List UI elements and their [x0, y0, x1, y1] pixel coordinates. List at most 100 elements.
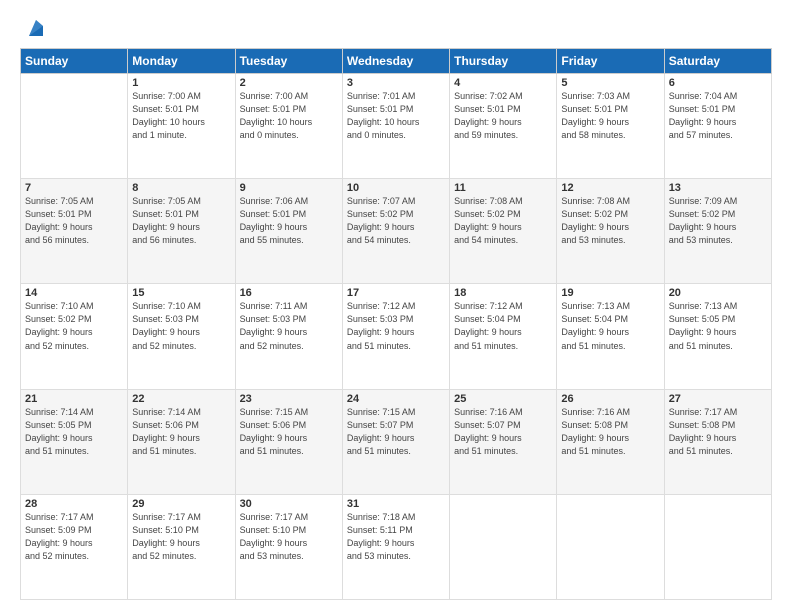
- weekday-header-saturday: Saturday: [664, 49, 771, 74]
- page: SundayMondayTuesdayWednesdayThursdayFrid…: [0, 0, 792, 612]
- day-info: Sunrise: 7:11 AM Sunset: 5:03 PM Dayligh…: [240, 300, 338, 352]
- day-info: Sunrise: 7:02 AM Sunset: 5:01 PM Dayligh…: [454, 90, 552, 142]
- logo: [20, 18, 47, 40]
- calendar-table: SundayMondayTuesdayWednesdayThursdayFrid…: [20, 48, 772, 600]
- day-info: Sunrise: 7:00 AM Sunset: 5:01 PM Dayligh…: [240, 90, 338, 142]
- day-info: Sunrise: 7:06 AM Sunset: 5:01 PM Dayligh…: [240, 195, 338, 247]
- day-info: Sunrise: 7:17 AM Sunset: 5:08 PM Dayligh…: [669, 406, 767, 458]
- day-cell: 25Sunrise: 7:16 AM Sunset: 5:07 PM Dayli…: [450, 389, 557, 494]
- day-number: 12: [561, 182, 659, 194]
- day-cell: 22Sunrise: 7:14 AM Sunset: 5:06 PM Dayli…: [128, 389, 235, 494]
- day-cell: [21, 74, 128, 179]
- day-number: 23: [240, 393, 338, 405]
- day-number: 4: [454, 77, 552, 89]
- day-info: Sunrise: 7:17 AM Sunset: 5:10 PM Dayligh…: [132, 511, 230, 563]
- day-cell: 10Sunrise: 7:07 AM Sunset: 5:02 PM Dayli…: [342, 179, 449, 284]
- day-number: 27: [669, 393, 767, 405]
- header: [20, 18, 772, 40]
- day-number: 13: [669, 182, 767, 194]
- day-cell: 30Sunrise: 7:17 AM Sunset: 5:10 PM Dayli…: [235, 494, 342, 599]
- day-cell: 29Sunrise: 7:17 AM Sunset: 5:10 PM Dayli…: [128, 494, 235, 599]
- day-number: 8: [132, 182, 230, 194]
- day-info: Sunrise: 7:10 AM Sunset: 5:02 PM Dayligh…: [25, 300, 123, 352]
- day-cell: 13Sunrise: 7:09 AM Sunset: 5:02 PM Dayli…: [664, 179, 771, 284]
- weekday-header-tuesday: Tuesday: [235, 49, 342, 74]
- day-cell: 4Sunrise: 7:02 AM Sunset: 5:01 PM Daylig…: [450, 74, 557, 179]
- week-row-5: 28Sunrise: 7:17 AM Sunset: 5:09 PM Dayli…: [21, 494, 772, 599]
- day-info: Sunrise: 7:16 AM Sunset: 5:08 PM Dayligh…: [561, 406, 659, 458]
- day-cell: 16Sunrise: 7:11 AM Sunset: 5:03 PM Dayli…: [235, 284, 342, 389]
- day-info: Sunrise: 7:17 AM Sunset: 5:10 PM Dayligh…: [240, 511, 338, 563]
- day-info: Sunrise: 7:03 AM Sunset: 5:01 PM Dayligh…: [561, 90, 659, 142]
- day-number: 7: [25, 182, 123, 194]
- day-info: Sunrise: 7:04 AM Sunset: 5:01 PM Dayligh…: [669, 90, 767, 142]
- day-cell: 3Sunrise: 7:01 AM Sunset: 5:01 PM Daylig…: [342, 74, 449, 179]
- day-cell: 2Sunrise: 7:00 AM Sunset: 5:01 PM Daylig…: [235, 74, 342, 179]
- day-info: Sunrise: 7:07 AM Sunset: 5:02 PM Dayligh…: [347, 195, 445, 247]
- day-cell: 11Sunrise: 7:08 AM Sunset: 5:02 PM Dayli…: [450, 179, 557, 284]
- day-number: 26: [561, 393, 659, 405]
- day-info: Sunrise: 7:09 AM Sunset: 5:02 PM Dayligh…: [669, 195, 767, 247]
- day-info: Sunrise: 7:08 AM Sunset: 5:02 PM Dayligh…: [454, 195, 552, 247]
- day-cell: 23Sunrise: 7:15 AM Sunset: 5:06 PM Dayli…: [235, 389, 342, 494]
- day-cell: 31Sunrise: 7:18 AM Sunset: 5:11 PM Dayli…: [342, 494, 449, 599]
- day-number: 6: [669, 77, 767, 89]
- day-info: Sunrise: 7:10 AM Sunset: 5:03 PM Dayligh…: [132, 300, 230, 352]
- day-number: 19: [561, 287, 659, 299]
- day-number: 17: [347, 287, 445, 299]
- weekday-header-monday: Monday: [128, 49, 235, 74]
- day-number: 16: [240, 287, 338, 299]
- day-info: Sunrise: 7:01 AM Sunset: 5:01 PM Dayligh…: [347, 90, 445, 142]
- day-cell: 18Sunrise: 7:12 AM Sunset: 5:04 PM Dayli…: [450, 284, 557, 389]
- day-number: 2: [240, 77, 338, 89]
- day-cell: 17Sunrise: 7:12 AM Sunset: 5:03 PM Dayli…: [342, 284, 449, 389]
- day-number: 3: [347, 77, 445, 89]
- day-number: 29: [132, 498, 230, 510]
- weekday-header-friday: Friday: [557, 49, 664, 74]
- day-number: 21: [25, 393, 123, 405]
- day-number: 9: [240, 182, 338, 194]
- day-cell: [450, 494, 557, 599]
- day-info: Sunrise: 7:05 AM Sunset: 5:01 PM Dayligh…: [132, 195, 230, 247]
- day-number: 22: [132, 393, 230, 405]
- weekday-header-wednesday: Wednesday: [342, 49, 449, 74]
- day-cell: 26Sunrise: 7:16 AM Sunset: 5:08 PM Dayli…: [557, 389, 664, 494]
- day-number: 25: [454, 393, 552, 405]
- day-number: 15: [132, 287, 230, 299]
- day-info: Sunrise: 7:15 AM Sunset: 5:06 PM Dayligh…: [240, 406, 338, 458]
- day-info: Sunrise: 7:05 AM Sunset: 5:01 PM Dayligh…: [25, 195, 123, 247]
- day-number: 11: [454, 182, 552, 194]
- day-info: Sunrise: 7:08 AM Sunset: 5:02 PM Dayligh…: [561, 195, 659, 247]
- day-number: 28: [25, 498, 123, 510]
- day-cell: 24Sunrise: 7:15 AM Sunset: 5:07 PM Dayli…: [342, 389, 449, 494]
- day-cell: 20Sunrise: 7:13 AM Sunset: 5:05 PM Dayli…: [664, 284, 771, 389]
- weekday-header-thursday: Thursday: [450, 49, 557, 74]
- week-row-1: 1Sunrise: 7:00 AM Sunset: 5:01 PM Daylig…: [21, 74, 772, 179]
- day-info: Sunrise: 7:12 AM Sunset: 5:04 PM Dayligh…: [454, 300, 552, 352]
- day-cell: 27Sunrise: 7:17 AM Sunset: 5:08 PM Dayli…: [664, 389, 771, 494]
- day-number: 14: [25, 287, 123, 299]
- week-row-3: 14Sunrise: 7:10 AM Sunset: 5:02 PM Dayli…: [21, 284, 772, 389]
- day-cell: 14Sunrise: 7:10 AM Sunset: 5:02 PM Dayli…: [21, 284, 128, 389]
- day-info: Sunrise: 7:17 AM Sunset: 5:09 PM Dayligh…: [25, 511, 123, 563]
- day-cell: 5Sunrise: 7:03 AM Sunset: 5:01 PM Daylig…: [557, 74, 664, 179]
- day-number: 30: [240, 498, 338, 510]
- day-cell: [557, 494, 664, 599]
- day-number: 10: [347, 182, 445, 194]
- weekday-header-row: SundayMondayTuesdayWednesdayThursdayFrid…: [21, 49, 772, 74]
- day-number: 5: [561, 77, 659, 89]
- day-info: Sunrise: 7:12 AM Sunset: 5:03 PM Dayligh…: [347, 300, 445, 352]
- day-cell: 9Sunrise: 7:06 AM Sunset: 5:01 PM Daylig…: [235, 179, 342, 284]
- day-info: Sunrise: 7:18 AM Sunset: 5:11 PM Dayligh…: [347, 511, 445, 563]
- day-cell: 7Sunrise: 7:05 AM Sunset: 5:01 PM Daylig…: [21, 179, 128, 284]
- day-cell: 8Sunrise: 7:05 AM Sunset: 5:01 PM Daylig…: [128, 179, 235, 284]
- day-cell: 21Sunrise: 7:14 AM Sunset: 5:05 PM Dayli…: [21, 389, 128, 494]
- day-cell: 28Sunrise: 7:17 AM Sunset: 5:09 PM Dayli…: [21, 494, 128, 599]
- day-info: Sunrise: 7:13 AM Sunset: 5:05 PM Dayligh…: [669, 300, 767, 352]
- week-row-4: 21Sunrise: 7:14 AM Sunset: 5:05 PM Dayli…: [21, 389, 772, 494]
- day-number: 18: [454, 287, 552, 299]
- day-info: Sunrise: 7:15 AM Sunset: 5:07 PM Dayligh…: [347, 406, 445, 458]
- day-cell: 6Sunrise: 7:04 AM Sunset: 5:01 PM Daylig…: [664, 74, 771, 179]
- day-number: 31: [347, 498, 445, 510]
- day-info: Sunrise: 7:14 AM Sunset: 5:05 PM Dayligh…: [25, 406, 123, 458]
